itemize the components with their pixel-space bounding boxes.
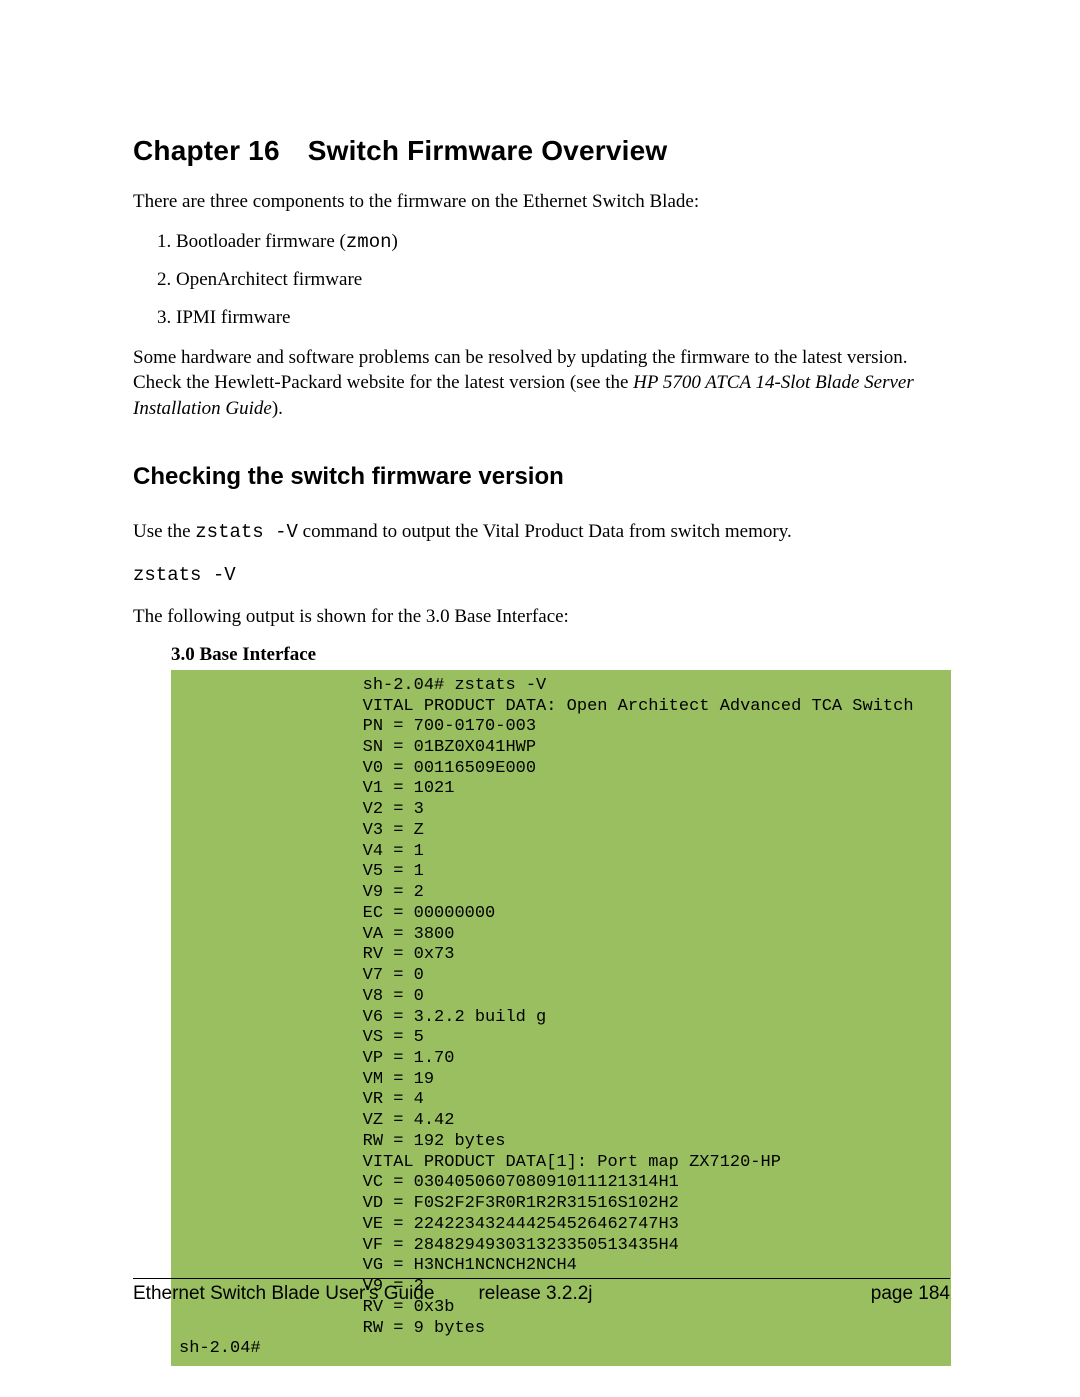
body-paragraph: The following output is shown for the 3.… — [133, 604, 950, 630]
list-item-text: 1. Bootloader firmware ( — [157, 231, 346, 252]
paragraph-text: ). — [272, 398, 283, 419]
paragraph-text: Use the — [133, 521, 195, 542]
footer-spacer — [593, 1283, 871, 1305]
list-item: 1. Bootloader firmware (zmon) — [157, 229, 950, 256]
document-page: Chapter 16 Switch Firmware Overview There… — [0, 0, 1080, 1397]
chapter-heading: Chapter 16 Switch Firmware Overview — [133, 135, 950, 167]
intro-paragraph: There are three components to the firmwa… — [133, 189, 950, 215]
chapter-title: Switch Firmware Overview — [308, 135, 668, 166]
footer-release: release 3.2.2j — [478, 1283, 592, 1305]
paragraph-text: command to output the Vital Product Data… — [298, 521, 792, 542]
section-heading: Checking the switch firmware version — [133, 463, 950, 491]
body-paragraph: Use the zstats -V command to output the … — [133, 519, 950, 546]
page-footer: Ethernet Switch Blade User's Guide relea… — [133, 1278, 950, 1305]
body-paragraph: Some hardware and software problems can … — [133, 345, 950, 422]
inline-code: zmon — [346, 231, 392, 253]
chapter-number: Chapter 16 — [133, 135, 280, 166]
list-item-text: ) — [392, 231, 398, 252]
firmware-component-list: 1. Bootloader firmware (zmon) 2. OpenArc… — [133, 229, 950, 331]
inline-code: zstats -V — [195, 521, 298, 543]
footer-page-number: page 184 — [871, 1283, 950, 1305]
footer-doc-title: Ethernet Switch Blade User's Guide — [133, 1283, 434, 1305]
subheading: 3.0 Base Interface — [171, 644, 950, 666]
terminal-output: sh-2.04# zstats -V VITAL PRODUCT DATA: O… — [171, 670, 951, 1366]
list-item: 3. IPMI firmware — [157, 305, 950, 331]
list-item: 2. OpenArchitect firmware — [157, 267, 950, 293]
command-display: zstats -V — [133, 564, 950, 586]
